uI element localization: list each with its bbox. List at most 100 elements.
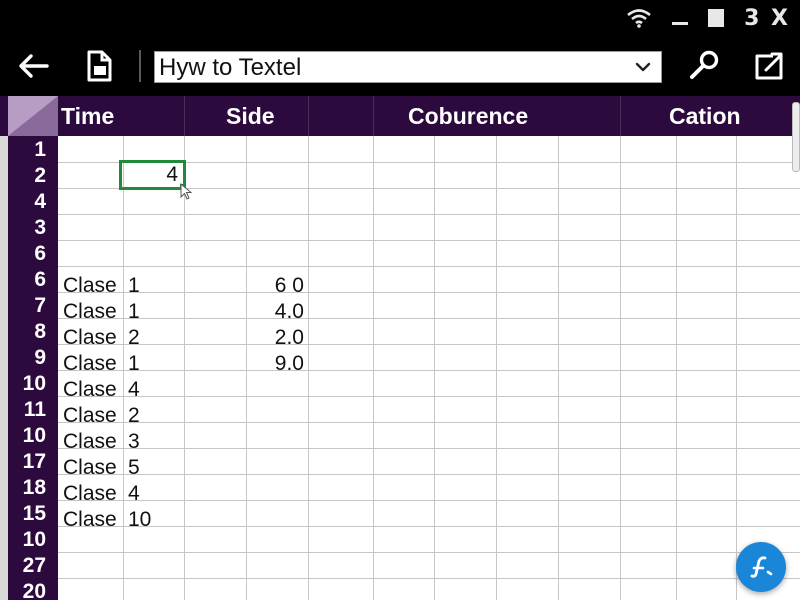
- triangle-icon: [8, 96, 58, 136]
- cell-value[interactable]: 2: [128, 325, 140, 351]
- column-header-time[interactable]: Time: [61, 103, 114, 129]
- mouse-cursor-icon: [180, 183, 192, 200]
- cell-value[interactable]: 2: [128, 403, 140, 429]
- grid-line: [676, 136, 677, 600]
- cell-label[interactable]: Clase: [63, 455, 117, 481]
- status-bar: 3 X: [0, 0, 800, 36]
- grid-line: [58, 318, 800, 319]
- chevron-down-icon[interactable]: [635, 58, 651, 76]
- toolbar-divider: [139, 50, 141, 82]
- grid-line: [58, 292, 800, 293]
- grid-line: [373, 136, 374, 600]
- row-header[interactable]: 8: [8, 319, 46, 345]
- cell-number[interactable]: 6 0: [250, 273, 304, 299]
- grid-line: [58, 422, 800, 423]
- cell-label[interactable]: Clase: [63, 273, 117, 299]
- cell-label[interactable]: Clase: [63, 403, 117, 429]
- row-header[interactable]: 18: [8, 475, 46, 501]
- spreadsheet[interactable]: Time Side Coburence Cation 1 2 4 3 6 6 7…: [0, 96, 800, 600]
- grid-line: [558, 136, 559, 600]
- row-header[interactable]: 20: [8, 579, 46, 600]
- cell-label[interactable]: Clase: [63, 429, 117, 455]
- column-header-row: Time Side Coburence Cation: [0, 96, 800, 136]
- cell-label[interactable]: Clase: [63, 481, 117, 507]
- maximize-icon[interactable]: [708, 9, 725, 27]
- cell-value[interactable]: 1: [128, 299, 140, 325]
- vertical-scrollbar[interactable]: [792, 102, 800, 172]
- grid-line: [736, 136, 737, 600]
- cell-label[interactable]: Clase: [63, 325, 117, 351]
- grid-line: [58, 552, 800, 553]
- search-button[interactable]: [684, 36, 724, 96]
- cell-label[interactable]: Clase: [63, 377, 117, 403]
- cell-number[interactable]: 4.0: [250, 299, 304, 325]
- row-header[interactable]: 7: [8, 293, 46, 319]
- cell-value[interactable]: 5: [128, 455, 140, 481]
- cell-value[interactable]: 1: [128, 273, 140, 299]
- header-divider: [620, 96, 621, 136]
- row-header[interactable]: 27: [8, 553, 46, 579]
- column-header-coburence[interactable]: Coburence: [408, 103, 528, 129]
- left-gutter: [0, 136, 8, 600]
- edit-fab-button[interactable]: [736, 542, 786, 592]
- row-header[interactable]: 10: [8, 423, 46, 449]
- grid-line: [58, 448, 800, 449]
- header-divider: [184, 96, 185, 136]
- back-button[interactable]: [14, 36, 52, 96]
- share-button[interactable]: [750, 36, 788, 96]
- cell-value[interactable]: 10: [128, 507, 151, 533]
- grid-line: [308, 136, 309, 600]
- grid-line: [58, 240, 800, 241]
- grid-line: [246, 136, 247, 600]
- header-divider: [308, 96, 309, 136]
- cell-label[interactable]: Clase: [63, 351, 117, 377]
- grid-line: [58, 344, 800, 345]
- cell-label[interactable]: Clase: [63, 299, 117, 325]
- grid-line: [58, 578, 800, 579]
- row-header[interactable]: 2: [8, 163, 46, 189]
- row-header[interactable]: 4: [8, 189, 46, 215]
- cell-number[interactable]: 9.0: [250, 351, 304, 377]
- edit-icon: [750, 556, 773, 578]
- grid-line: [434, 136, 435, 600]
- cell-label[interactable]: Clase: [63, 507, 117, 533]
- row-header[interactable]: 10: [8, 527, 46, 553]
- column-header-cation[interactable]: Cation: [669, 103, 741, 129]
- document-button[interactable]: [82, 36, 116, 96]
- grid-line: [620, 136, 621, 600]
- cell-number[interactable]: 2.0: [250, 325, 304, 351]
- grid-line: [58, 214, 800, 215]
- grid-line: [58, 526, 800, 527]
- grid-line: [58, 500, 800, 501]
- grid-line: [496, 136, 497, 600]
- row-header[interactable]: 1: [8, 137, 46, 163]
- row-header[interactable]: 10: [8, 371, 46, 397]
- minimize-icon[interactable]: [672, 21, 689, 25]
- status-close-text[interactable]: 3 X: [744, 6, 790, 31]
- cell-value[interactable]: 3: [128, 429, 140, 455]
- column-header-side[interactable]: Side: [226, 103, 275, 129]
- select-all-corner[interactable]: [8, 96, 58, 136]
- header-divider: [373, 96, 374, 136]
- active-cell-value: 4: [166, 163, 178, 186]
- row-header[interactable]: 3: [8, 215, 46, 241]
- share-icon: [755, 52, 783, 80]
- row-header[interactable]: 17: [8, 449, 46, 475]
- cell-value[interactable]: 1: [128, 351, 140, 377]
- row-header[interactable]: 15: [8, 501, 46, 527]
- row-header[interactable]: 6: [8, 241, 46, 267]
- grid-line: [58, 370, 800, 371]
- row-header[interactable]: 11: [8, 397, 46, 423]
- grid-line: [58, 474, 800, 475]
- row-header[interactable]: 6: [8, 267, 46, 293]
- grid-line: [58, 396, 800, 397]
- window-controls: 3 X: [626, 4, 790, 32]
- search-input[interactable]: Hyw to Textel: [154, 51, 662, 83]
- document-icon: [87, 50, 112, 82]
- cell-value[interactable]: 4: [128, 377, 140, 403]
- cell-value[interactable]: 4: [128, 481, 140, 507]
- search-input-value: Hyw to Textel: [159, 54, 302, 81]
- row-header[interactable]: 9: [8, 345, 46, 371]
- grid-line: [184, 136, 185, 600]
- grid-line: [58, 266, 800, 267]
